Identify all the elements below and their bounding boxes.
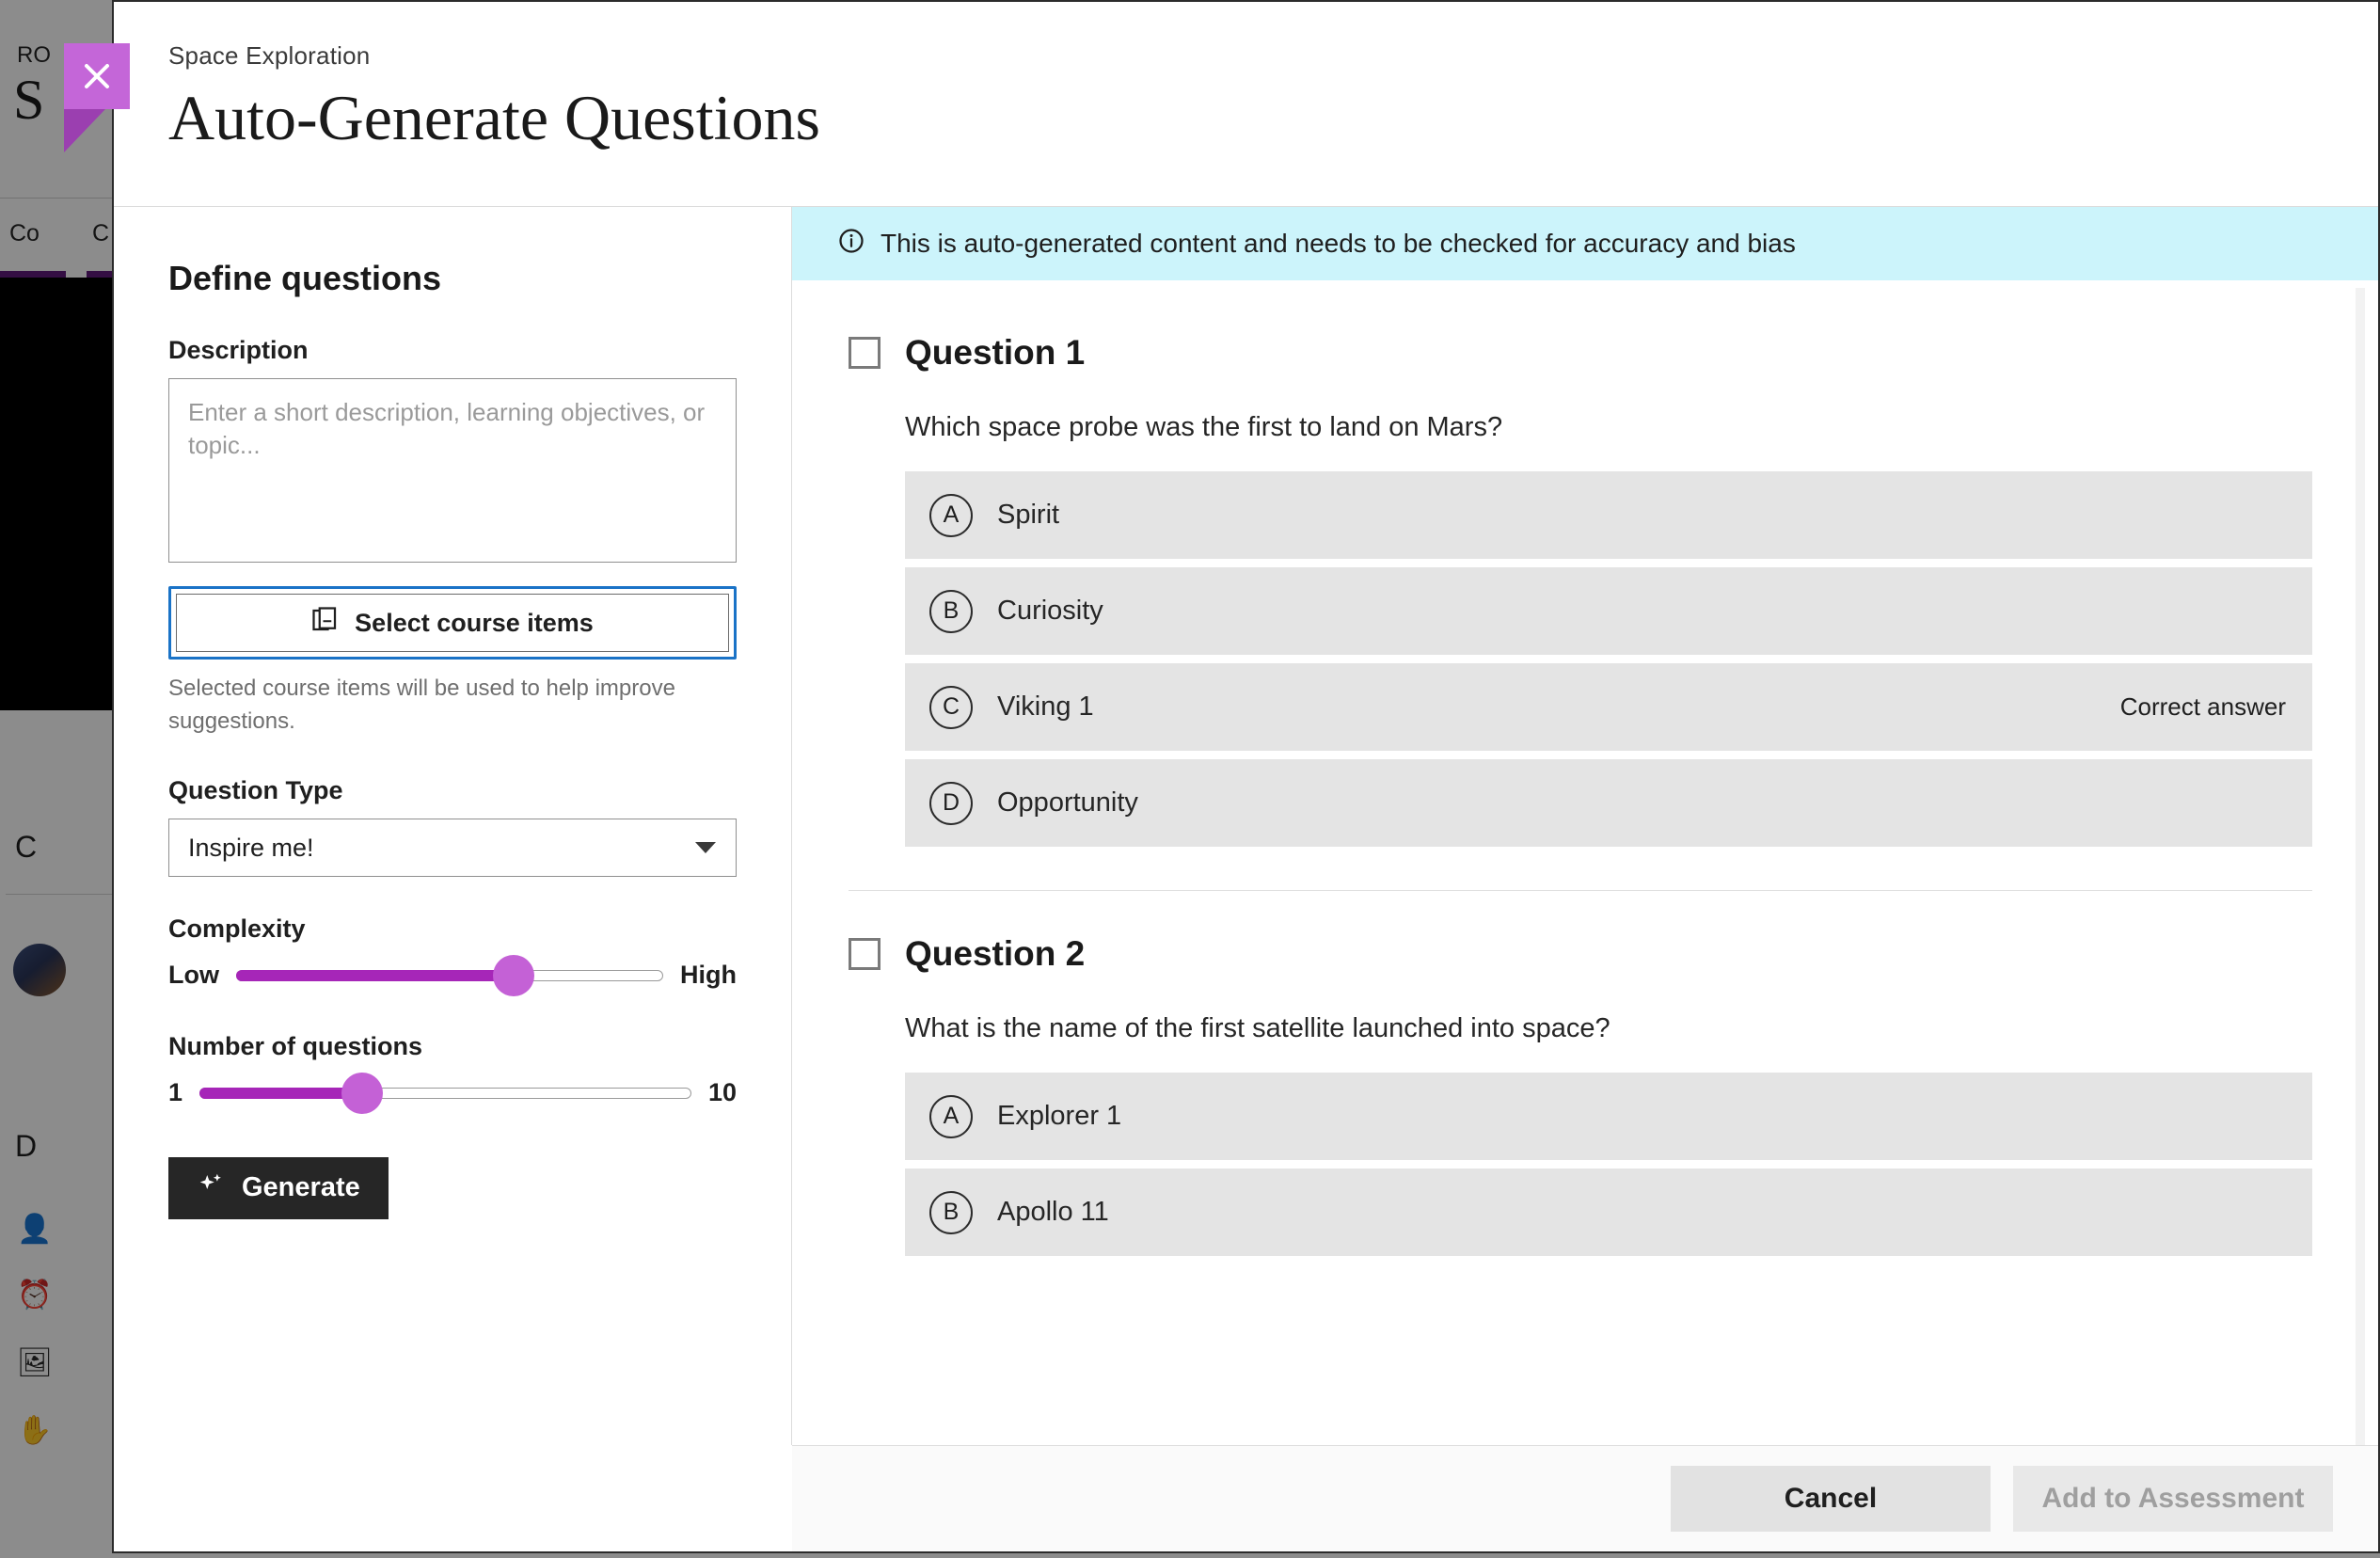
count-slider-thumb[interactable] [341,1073,383,1114]
count-slider-fill [199,1088,362,1099]
answer-option[interactable]: B Curiosity [905,567,2312,655]
answer-options: A Spirit B Curiosity C Viking 1 Correct answer… [905,471,2312,847]
option-letter: A [929,1095,973,1138]
auto-generated-notice-text: This is auto-generated content and needs… [881,229,1796,259]
sparkle-icon [197,1170,225,1206]
auto-generated-notice: This is auto-generated content and needs… [792,207,2378,280]
add-to-assessment-button: Add to Assessment [2013,1466,2333,1532]
count-max-label: 10 [708,1078,737,1107]
option-letter: C [929,686,973,729]
option-letter: B [929,1191,973,1234]
option-letter: D [929,782,973,825]
question-type-group: Question Type Inspire me! [168,776,737,877]
option-letter: A [929,494,973,537]
define-questions-panel: Define questions Description Select cour… [114,207,792,1445]
documents-icon [311,606,340,641]
option-text: Opportunity [997,787,1138,819]
dialog-body: Define questions Description Select cour… [114,207,2378,1445]
count-min-label: 1 [168,1078,182,1107]
question-checkbox[interactable] [849,938,881,970]
close-button[interactable] [64,43,130,109]
question-checkbox[interactable] [849,337,881,369]
select-course-items-label: Select course items [355,609,594,638]
description-label: Description [168,336,737,365]
question-title: Question 1 [905,333,1085,373]
generated-questions-panel: This is auto-generated content and needs… [792,207,2378,1445]
close-icon [64,43,130,109]
complexity-slider[interactable] [236,957,663,994]
answer-option[interactable]: C Viking 1 Correct answer [905,663,2312,751]
number-of-questions-group: Number of questions 1 10 [168,1032,737,1112]
question-divider [849,890,2312,891]
cancel-button[interactable]: Cancel [1671,1466,1991,1532]
generate-label: Generate [242,1172,360,1203]
question-header: Question 2 [849,934,2312,974]
correct-answer-badge: Correct answer [2120,692,2286,722]
complexity-max-label: High [680,961,737,990]
dialog-footer: Cancel Add to Assessment [792,1445,2378,1551]
answer-option[interactable]: D Opportunity [905,759,2312,847]
question-block: Question 1 Which space probe was the firs… [849,333,2312,847]
select-course-items-focus-ring: Select course items [168,586,737,660]
question-prompt: Which space probe was the first to land … [905,412,2312,443]
complexity-group: Complexity Low High [168,914,737,994]
option-text: Explorer 1 [997,1101,1121,1132]
question-header: Question 1 [849,333,2312,373]
page-title: Auto-Generate Questions [168,82,2378,153]
question-type-select[interactable]: Inspire me! [168,819,737,877]
generate-button[interactable]: Generate [168,1157,389,1219]
questions-scrollbar[interactable] [2356,288,2365,1445]
answer-options: A Explorer 1 B Apollo 11 [905,1073,2312,1256]
number-of-questions-label: Number of questions [168,1032,737,1061]
answer-option[interactable]: B Apollo 11 [905,1168,2312,1256]
option-text: Viking 1 [997,692,1094,723]
option-text: Spirit [997,500,1059,531]
question-type-label: Question Type [168,776,737,805]
dialog-header: Space Exploration Auto-Generate Question… [114,2,2378,207]
answer-option[interactable]: A Spirit [905,471,2312,559]
dialog-eyebrow: Space Exploration [168,41,2378,71]
select-course-items-button[interactable]: Select course items [176,594,729,652]
answer-option[interactable]: A Explorer 1 [905,1073,2312,1160]
question-block: Question 2 What is the name of the first … [849,934,2312,1256]
questions-list: Question 1 Which space probe was the firs… [792,280,2378,1445]
question-title: Question 2 [905,934,1085,974]
option-text: Apollo 11 [997,1197,1109,1228]
panel-heading: Define questions [168,259,737,298]
question-prompt: What is the name of the first satellite … [905,1013,2312,1044]
complexity-label: Complexity [168,914,737,944]
complexity-slider-thumb[interactable] [493,955,534,996]
auto-generate-questions-dialog: Space Exploration Auto-Generate Question… [112,0,2380,1553]
description-input[interactable] [168,378,737,563]
info-icon [837,227,865,262]
complexity-min-label: Low [168,961,219,990]
complexity-slider-fill [236,970,514,981]
select-course-items-helper: Selected course items will be used to he… [168,673,733,739]
number-of-questions-slider[interactable] [199,1074,691,1112]
option-text: Curiosity [997,596,1103,627]
option-letter: B [929,590,973,633]
